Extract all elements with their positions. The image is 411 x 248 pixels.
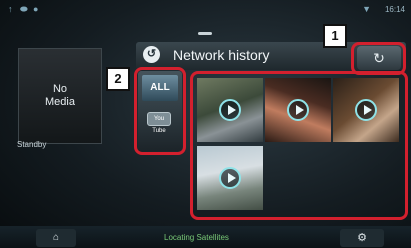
callout-label-1: 1 bbox=[323, 24, 347, 48]
back-arrow-icon[interactable]: ↺ bbox=[143, 46, 160, 63]
settings-icon: ⚙ bbox=[357, 232, 367, 244]
page-title: Network history bbox=[173, 47, 270, 63]
callout-label-2: 2 bbox=[106, 67, 130, 91]
settings-button[interactable]: ⚙ bbox=[340, 229, 384, 247]
screen: ↑ ⬬ ● ▼ 16:14 No Media Standby ↺ Network… bbox=[0, 0, 411, 248]
home-button[interactable]: ⌂ bbox=[36, 229, 76, 247]
drag-handle[interactable] bbox=[198, 32, 212, 35]
status-bar: ↑ ⬬ ● ▼ 16:14 bbox=[0, 0, 411, 20]
bluetooth-icon: ⬬ bbox=[20, 4, 28, 14]
usb-icon: ↑ bbox=[8, 4, 13, 14]
media-card-label: No Media bbox=[45, 83, 75, 108]
media-card[interactable]: No Media bbox=[18, 48, 102, 144]
notification-icon: ● bbox=[33, 4, 39, 14]
wifi-icon: ▼ bbox=[362, 4, 371, 14]
callout-frame-categories bbox=[134, 67, 186, 155]
media-status: Standby bbox=[17, 140, 47, 149]
home-icon: ⌂ bbox=[52, 232, 60, 243]
gps-status-text: Locating Satellites bbox=[164, 233, 229, 242]
clock: 16:14 bbox=[384, 5, 405, 14]
callout-frame-thumbnails bbox=[190, 71, 408, 220]
